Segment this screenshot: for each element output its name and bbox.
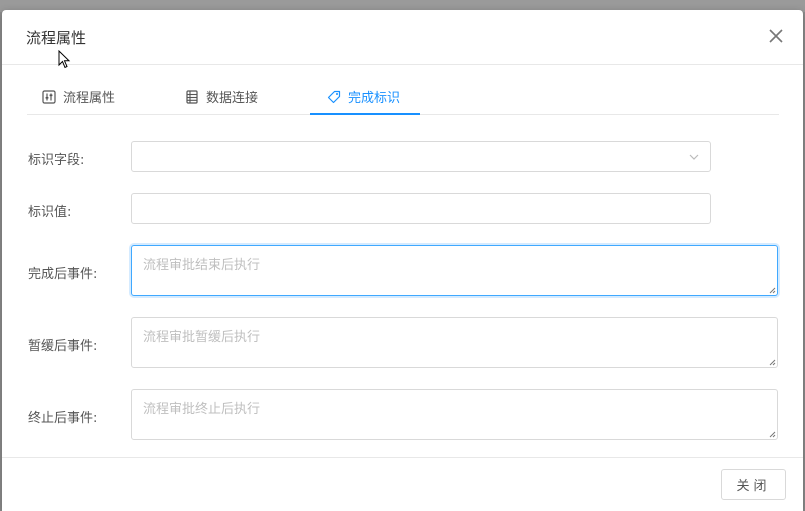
id-field-select[interactable] — [131, 141, 711, 172]
resize-handle-icon[interactable] — [768, 430, 776, 438]
tab-label: 流程属性 — [63, 91, 116, 106]
on-pause-placeholder: 流程审批暂缓后执行 — [143, 330, 261, 345]
database-table-icon — [186, 89, 198, 104]
tab-label: 数据连接 — [206, 91, 259, 106]
tab-data-connection[interactable]: 数据连接 — [185, 78, 258, 115]
close-icon[interactable] — [767, 27, 785, 45]
dialog-footer: 关闭 — [2, 457, 803, 511]
on-terminate-label: 终止后事件: — [28, 411, 98, 426]
close-button[interactable]: 关闭 — [721, 469, 786, 500]
tag-icon — [327, 90, 341, 103]
tab-label: 完成标识 — [348, 91, 401, 106]
tab-flow-properties[interactable]: 流程属性 — [42, 78, 115, 115]
resize-handle-icon[interactable] — [768, 286, 776, 294]
tab-completion-flag[interactable]: 完成标识 — [327, 78, 400, 115]
on-pause-textarea[interactable]: 流程审批暂缓后执行 — [131, 317, 778, 368]
on-complete-label: 完成后事件: — [28, 267, 98, 282]
dialog-header: 流程属性 — [2, 10, 803, 65]
on-complete-textarea[interactable]: 流程审批结束后执行 — [131, 245, 778, 296]
resize-handle-icon[interactable] — [768, 358, 776, 366]
tab-bar: 流程属性 数据连接 完成标识 — [27, 78, 779, 115]
id-value-label: 标识值: — [28, 205, 72, 220]
id-value-input[interactable] — [131, 193, 711, 224]
chevron-down-icon — [689, 154, 699, 160]
active-tab-indicator — [310, 113, 420, 115]
on-terminate-textarea[interactable]: 流程审批终止后执行 — [131, 389, 778, 440]
sliders-icon — [42, 89, 56, 104]
on-terminate-placeholder: 流程审批终止后执行 — [143, 402, 261, 417]
dialog-title: 流程属性 — [26, 29, 87, 47]
on-complete-placeholder: 流程审批结束后执行 — [143, 258, 261, 273]
mouse-cursor-icon — [58, 50, 71, 69]
on-pause-label: 暂缓后事件: — [28, 339, 98, 354]
flow-properties-dialog: 流程属性 流程属性 数据连接 完成标识 标识字段: 标识值: 完成后事件: 流程… — [2, 10, 803, 511]
id-field-label: 标识字段: — [28, 153, 85, 168]
